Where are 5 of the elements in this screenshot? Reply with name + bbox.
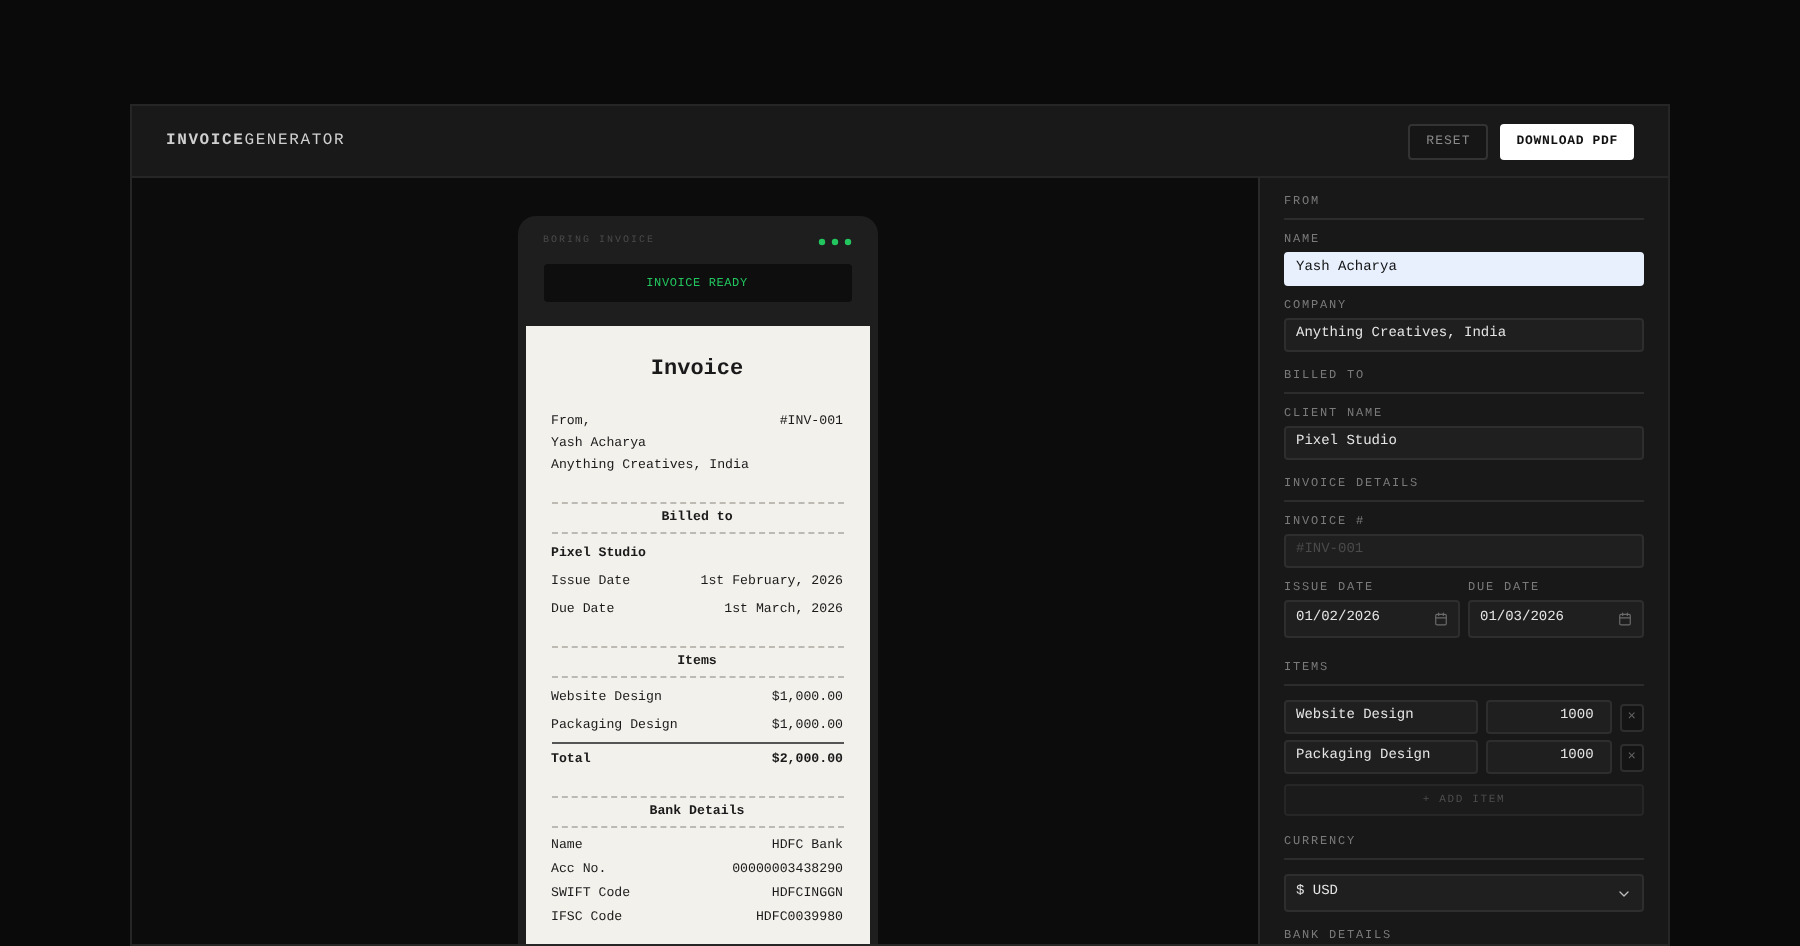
calendar-icon[interactable] [1434,612,1448,626]
receipt-title: Invoice [650,355,744,385]
status-dots-icon [817,237,851,246]
app-title: INVOICEGENERATOR [166,129,346,153]
calendar-icon[interactable] [1618,612,1632,626]
